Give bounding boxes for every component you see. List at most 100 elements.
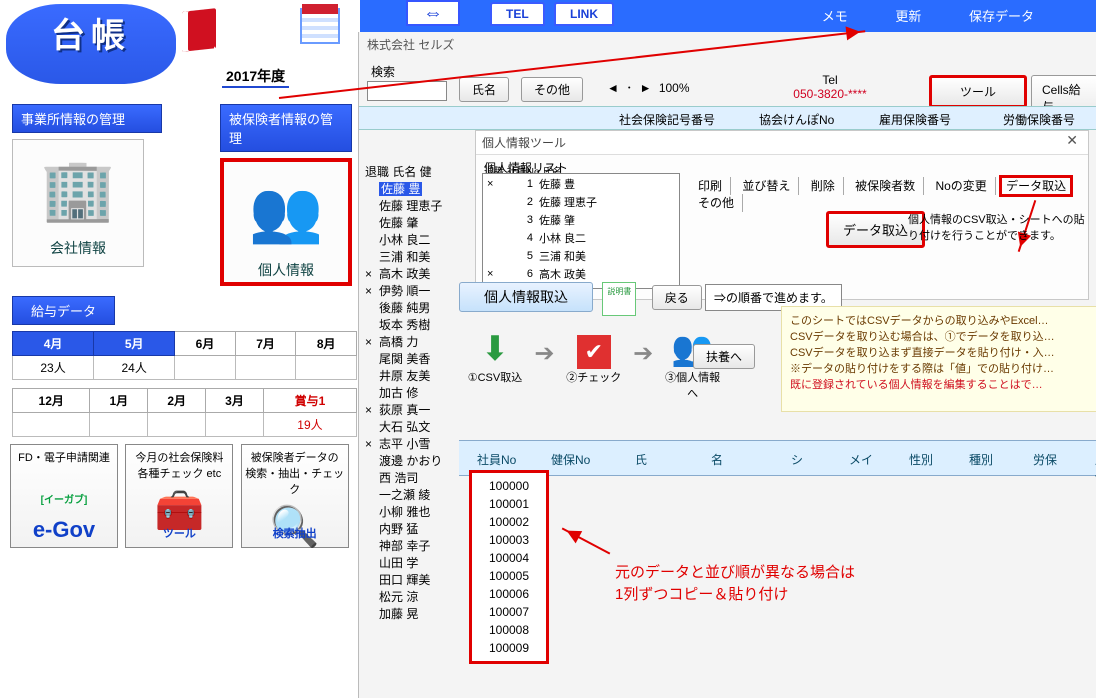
tool-label: 今月の社会保険料 [126, 449, 232, 465]
sal-th[interactable]: 2月 [148, 389, 206, 413]
list-item[interactable]: 三浦 和美 [365, 249, 465, 266]
zoom-controls[interactable]: ◄ ･ ► 100% [605, 79, 692, 96]
list-item[interactable]: 田口 輝美 [365, 572, 465, 589]
other-button[interactable]: その他 [521, 77, 583, 102]
import-panel: 個人情報取込 説明書 戻る ⇒の順番で進めます。 扶養へ ⬇ ①CSV取込 ➔ … [459, 278, 1087, 448]
tab-link[interactable]: LINK [554, 2, 614, 26]
check-icon: ✔ [577, 335, 611, 369]
pit-tab-print[interactable]: 印刷 [690, 177, 731, 195]
grid-col: 健保No [551, 451, 590, 468]
list-item[interactable]: 小林 良二 [365, 232, 465, 249]
sal-th[interactable]: 4月 [13, 332, 94, 356]
pit-tab-other[interactable]: その他 [690, 194, 743, 212]
tools-card[interactable]: 今月の社会保険料 各種チェック etc 🧰 ツール [125, 444, 233, 548]
step-check[interactable]: ✔ ②チェック [564, 329, 624, 385]
tool-label: 各種チェック etc [126, 465, 232, 481]
zoom-prev-icon[interactable]: ◄ [607, 81, 619, 95]
col-header: 雇用保険番号 [879, 111, 951, 128]
list-item[interactable]: 一之瀬 綾 [365, 487, 465, 504]
tool-cards: FD・電子申請関連 [イーガブ]e-Gov 今月の社会保険料 各種チェック et… [10, 444, 353, 548]
close-icon[interactable]: ✕ [1060, 132, 1084, 149]
list-item[interactable]: 井原 友美 [365, 368, 465, 385]
info-line: CSVデータを取り込む場合は、①でデータを取り込… [790, 329, 1096, 345]
list-item[interactable]: 西 浩司 [365, 470, 465, 487]
sal-td [148, 413, 206, 437]
sal-th[interactable]: 賞与1 [263, 389, 356, 413]
app-logo: 台帳 [6, 4, 176, 84]
list-item[interactable]: ×荻原 真一 [365, 402, 465, 419]
proc-year-value[interactable]: 2017年度 [222, 66, 289, 88]
manual-icon[interactable]: 説明書 [602, 282, 636, 316]
sal-th[interactable]: 6月 [175, 332, 236, 356]
pit-tab-delete[interactable]: 削除 [803, 177, 844, 195]
list-item[interactable]: 佐藤 理恵子 [365, 198, 465, 215]
tel-link-tabs: TEL LINK [490, 2, 620, 26]
list-item[interactable]: 加藤 晃 [365, 606, 465, 623]
list-item[interactable]: ×1佐藤 豊 [485, 176, 677, 192]
sal-td: 23人 [13, 356, 94, 380]
list-item[interactable]: 5三浦 和美 [485, 248, 677, 264]
salary-header: 給与データ [12, 296, 115, 325]
name-button[interactable]: 氏名 [459, 77, 509, 102]
list-item[interactable]: 内野 猛 [365, 521, 465, 538]
sal-th[interactable]: 8月 [296, 332, 357, 356]
sal-th[interactable]: 1月 [90, 389, 148, 413]
calendar-icon[interactable] [300, 8, 340, 44]
list-item[interactable]: 4小林 良二 [485, 230, 677, 246]
list-item[interactable]: 大石 弘文 [365, 419, 465, 436]
pit-list[interactable]: ×1佐藤 豊2佐藤 理恵子3佐藤 肇4小林 良二5三浦 和美×6高木 政美7伊勢… [482, 173, 680, 289]
list-item[interactable]: 3佐藤 肇 [485, 212, 677, 228]
company-info-button[interactable]: 🏢 会社情報 [12, 139, 144, 267]
insured-header: 被保険者情報の管理 [220, 104, 352, 152]
list-item[interactable]: 渡邊 かおり [365, 453, 465, 470]
list-item[interactable]: 小柳 雅也 [365, 504, 465, 521]
pit-tab-count[interactable]: 被保険者数 [847, 177, 924, 195]
search-card[interactable]: 被保険者データの 検索・抽出・チェック 🔍 検索抽出 [241, 444, 349, 548]
info-box: このシートではCSVデータからの取り込みやExcel… CSVデータを取り込む場… [781, 306, 1096, 412]
list-item[interactable]: 加古 修 [365, 385, 465, 402]
menu-update[interactable]: 更新 [895, 9, 921, 24]
fuyou-button[interactable]: 扶養へ [693, 344, 755, 369]
book-icon[interactable] [182, 8, 216, 52]
pit-tab-import[interactable]: データ取込 [999, 175, 1073, 197]
pit-tab-no-change[interactable]: Noの変更 [927, 177, 995, 195]
step-csv[interactable]: ⬇ ①CSV取込 [465, 329, 525, 385]
list-item[interactable]: 松元 涼 [365, 589, 465, 606]
list-item[interactable]: 2佐藤 理恵子 [485, 194, 677, 210]
list-item[interactable]: 後藤 純男 [365, 300, 465, 317]
tab-tel[interactable]: TEL [490, 2, 545, 26]
egov-card[interactable]: FD・電子申請関連 [イーガブ]e-Gov [10, 444, 118, 548]
nav-arrows-icon[interactable]: ⇔ [406, 0, 460, 26]
back-button[interactable]: 戻る [652, 285, 702, 310]
sal-th[interactable]: 5月 [94, 332, 175, 356]
tool-button[interactable]: ツール [929, 75, 1027, 108]
building-icon: 🏢 [41, 154, 116, 225]
list-item[interactable]: 坂本 秀樹 [365, 317, 465, 334]
list-item[interactable]: ×伊勢 順一 [365, 283, 465, 300]
zoom-next-icon[interactable]: ► [640, 81, 652, 95]
personal-info-label: 個人情報 [258, 262, 314, 278]
list-item[interactable]: ×高木 政美 [365, 266, 465, 283]
sal-th[interactable]: 7月 [235, 332, 296, 356]
pit-tabs: 印刷 並び替え 削除 被保険者数 Noの変更 データ取込 その他 [690, 177, 1088, 211]
list-item[interactable]: 神部 幸子 [365, 538, 465, 555]
annotation-arrow-icon [562, 527, 611, 554]
list-item[interactable]: ×志平 小雪 [365, 436, 465, 453]
menu-memo[interactable]: メモ [822, 9, 848, 24]
list-item[interactable]: 山田 学 [365, 555, 465, 572]
list-item[interactable]: 佐藤 豊 [365, 181, 465, 198]
personal-info-button[interactable]: 👥 個人情報 [220, 158, 352, 286]
tel-label: Tel [775, 73, 885, 87]
sal-th[interactable]: 12月 [13, 389, 90, 413]
sal-th[interactable]: 3月 [206, 389, 264, 413]
company-info-label: 会社情報 [50, 240, 106, 256]
pit-tab-sort[interactable]: 並び替え [734, 177, 799, 195]
list-item[interactable]: 尾関 美香 [365, 351, 465, 368]
list-item[interactable]: ×高橋 力 [365, 334, 465, 351]
info-line: CSVデータを取り込まず直接データを貼り付け・入… [790, 345, 1096, 361]
list-item[interactable]: 佐藤 肇 [365, 215, 465, 232]
menu-saved[interactable]: 保存データ [969, 9, 1034, 24]
import-icon: ⬇ [465, 329, 525, 369]
name-list[interactable]: 退職 氏名 健 佐藤 豊佐藤 理恵子佐藤 肇小林 良二三浦 和美×高木 政美×伊… [359, 164, 465, 698]
pit-title: 個人情報ツール ✕ [476, 131, 1088, 155]
